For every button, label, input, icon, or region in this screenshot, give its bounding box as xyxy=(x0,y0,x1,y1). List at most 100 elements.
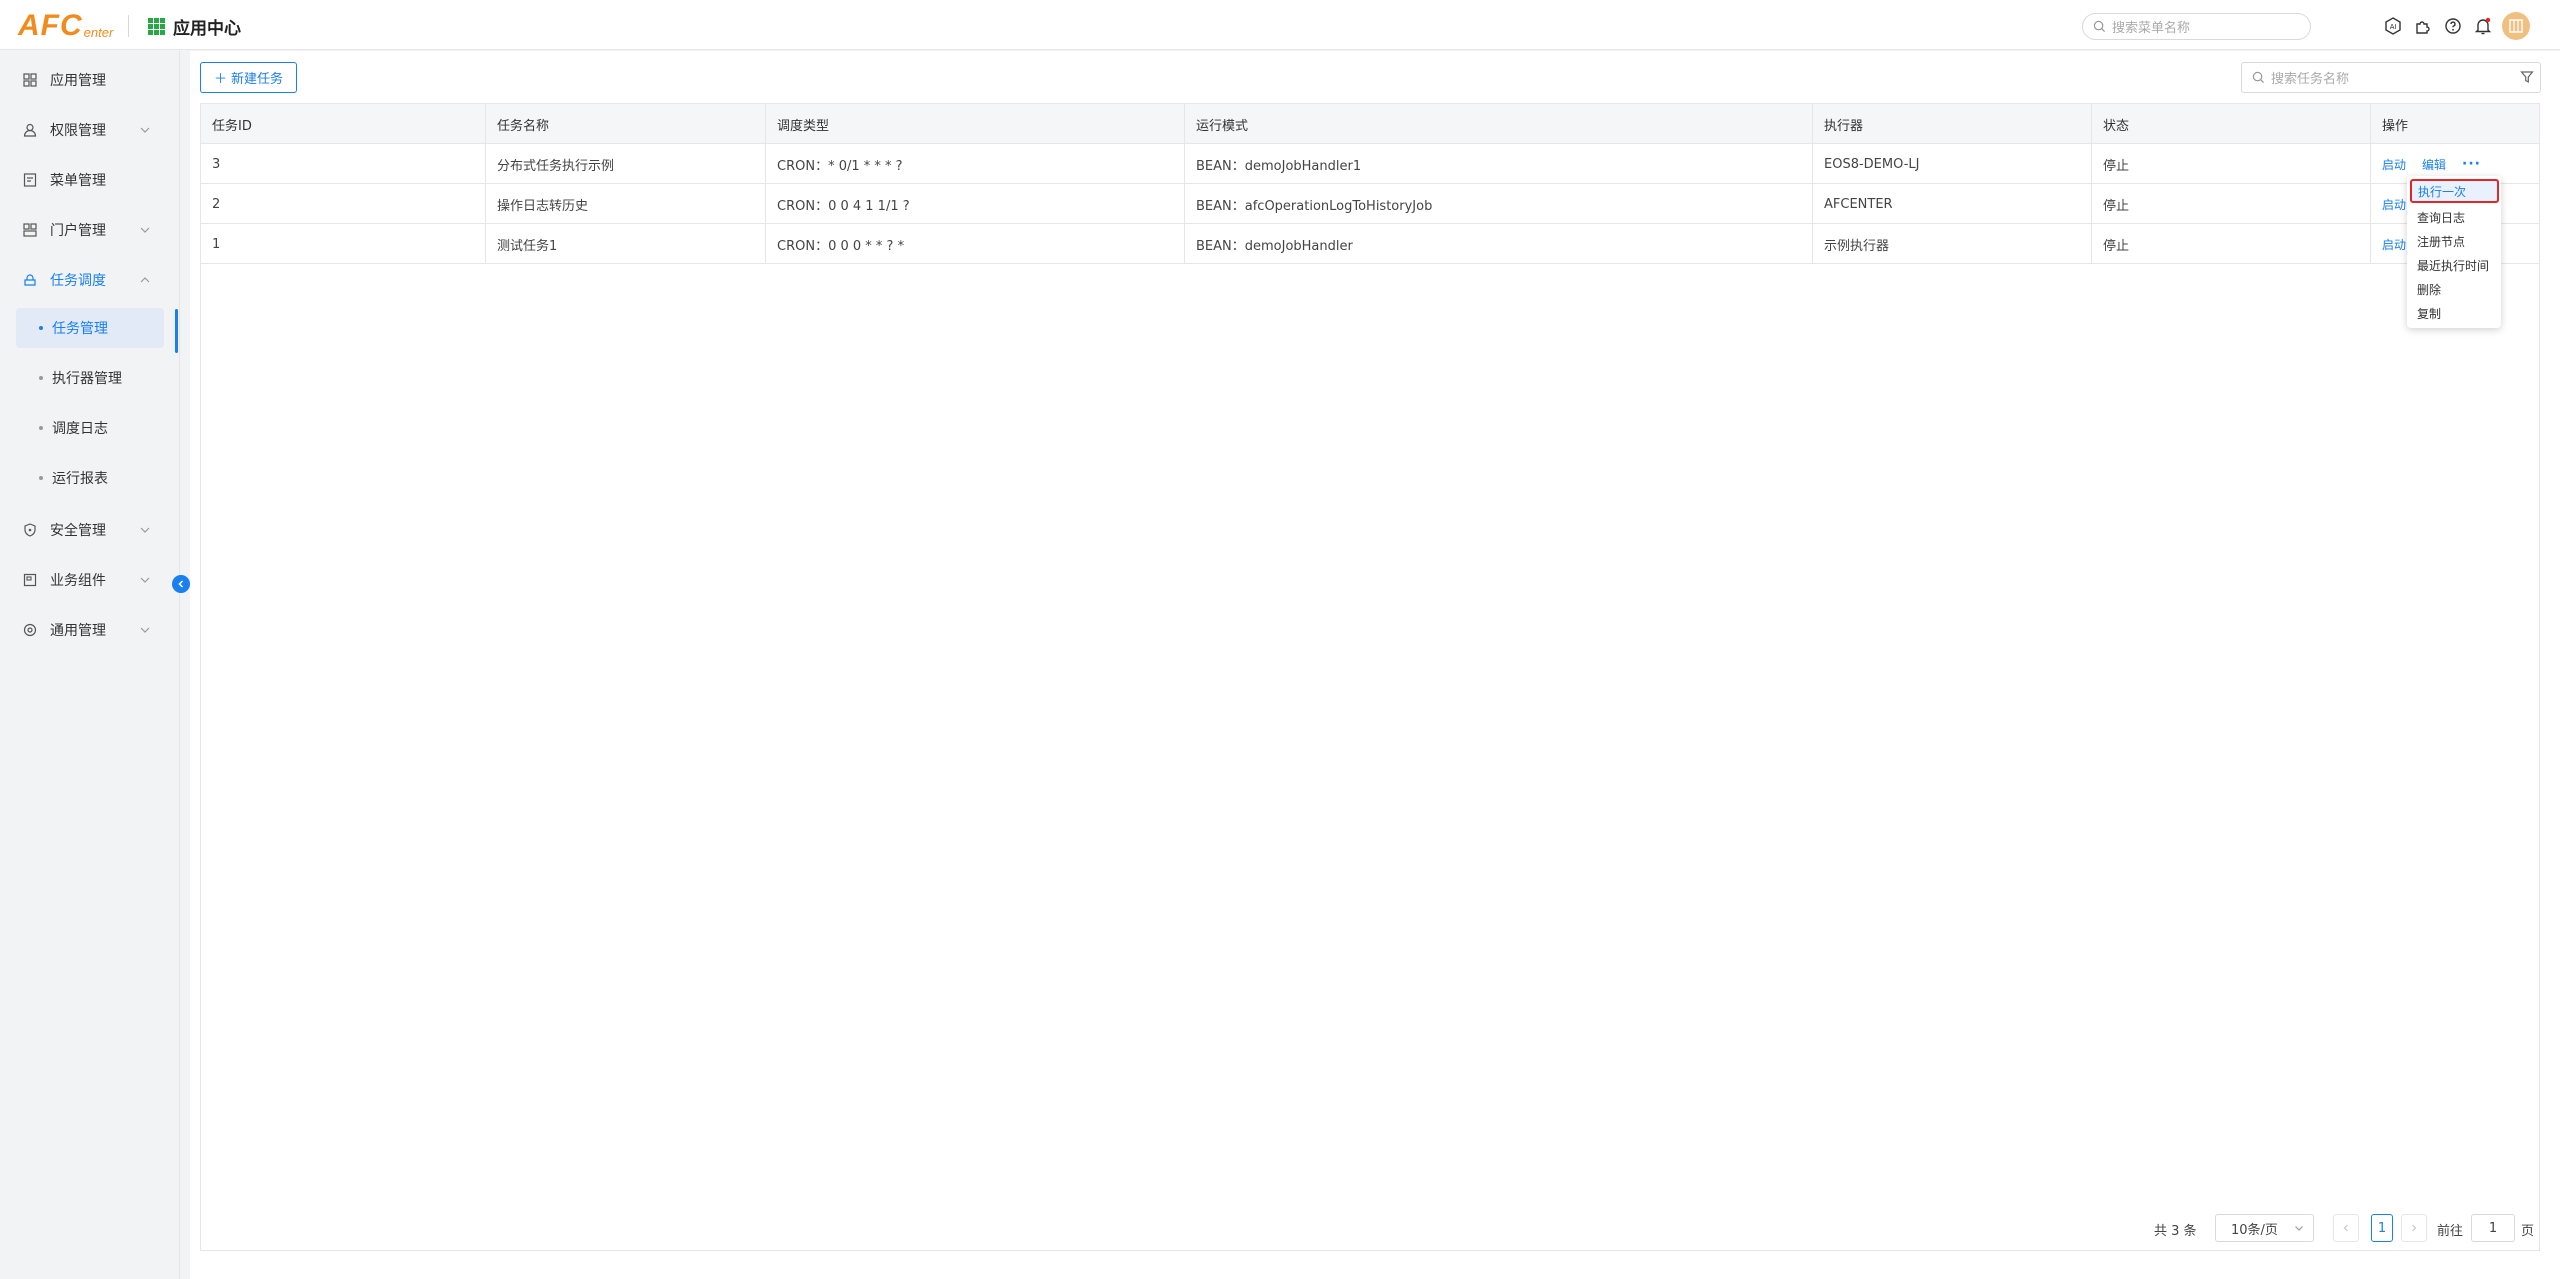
bullet-dot xyxy=(39,426,43,430)
sidebar-item-permission-management[interactable]: 权限管理 xyxy=(0,110,180,150)
sidebar-item-security-management[interactable]: 安全管理 xyxy=(0,510,180,550)
sidebar-item-label: 菜单管理 xyxy=(50,173,106,189)
apps-icon xyxy=(22,72,38,88)
svg-text:AI: AI xyxy=(2390,24,2397,31)
pagination: 共 3 条 10条/页 1 前往 1 页 xyxy=(200,1208,2540,1248)
cell-run-mode: BEAN：demoJobHandler xyxy=(1185,224,1813,264)
main-content: ＋ 新建任务 搜索任务名称 任务ID 任务名称 调度类型 运行模式 执行器 状态… xyxy=(190,51,2560,1279)
table-header: 任务ID 任务名称 调度类型 运行模式 执行器 状态 操作 xyxy=(201,104,2539,144)
sidebar-collapse-button[interactable] xyxy=(172,575,190,593)
notification-bell-icon[interactable] xyxy=(2472,15,2494,37)
column-header-schedule-type: 调度类型 xyxy=(766,104,1185,144)
cell-task-name: 测试任务1 xyxy=(486,224,766,264)
more-actions-dropdown: 执行一次 查询日志 注册节点 最近执行时间 删除 复制 xyxy=(2407,176,2501,328)
sidebar-item-label: 权限管理 xyxy=(50,123,106,139)
chevron-down-icon xyxy=(2295,1226,2303,1231)
app-grid-icon xyxy=(148,17,165,35)
menu-item-query-log[interactable]: 查询日志 xyxy=(2417,206,2465,228)
table-row: 1 测试任务1 CRON：0 0 0 * * ? * BEAN：demoJobH… xyxy=(201,224,2539,264)
task-table: 任务ID 任务名称 调度类型 运行模式 执行器 状态 操作 3 分布式任务执行示… xyxy=(200,103,2540,1251)
cell-run-mode: BEAN：afcOperationLogToHistoryJob xyxy=(1185,184,1813,224)
menu-search-placeholder: 搜索菜单名称 xyxy=(2112,21,2191,36)
start-link[interactable]: 启动 xyxy=(2382,196,2406,213)
start-link[interactable]: 启动 xyxy=(2382,236,2406,253)
cell-run-mode: BEAN：demoJobHandler1 xyxy=(1185,144,1813,184)
edit-link[interactable]: 编辑 xyxy=(2422,156,2446,173)
bullet-dot xyxy=(39,326,43,330)
sidebar-item-portal-management[interactable]: 门户管理 xyxy=(0,210,180,250)
cell-schedule-type: CRON：* 0/1 * * * ? xyxy=(766,144,1185,184)
cell-schedule-type: CRON：0 0 0 * * ? * xyxy=(766,224,1185,264)
sidebar-subitem-label: 调度日志 xyxy=(52,421,108,437)
help-icon[interactable] xyxy=(2442,15,2464,37)
cell-executor: 示例执行器 xyxy=(1813,224,2092,264)
goto-page-input[interactable]: 1 xyxy=(2471,1214,2515,1242)
chevron-right-icon xyxy=(2412,1224,2417,1232)
menu-item-execute-once[interactable]: 执行一次 xyxy=(2410,179,2499,203)
sidebar-item-label: 通用管理 xyxy=(50,623,106,639)
ai-assistant-icon[interactable]: AI xyxy=(2382,15,2404,37)
sidebar-item-app-management[interactable]: 应用管理 xyxy=(0,60,180,100)
user-avatar[interactable] xyxy=(2502,12,2530,40)
sidebar-subitem-label: 运行报表 xyxy=(52,471,108,487)
menu-item-delete[interactable]: 删除 xyxy=(2417,278,2441,300)
sidebar-item-general-management[interactable]: 通用管理 xyxy=(0,610,180,650)
header-divider xyxy=(128,15,129,37)
chevron-down-icon xyxy=(140,127,150,133)
menu-search-input[interactable]: 搜索菜单名称 xyxy=(2082,13,2311,40)
chevron-down-icon xyxy=(140,627,150,633)
column-header-actions: 操作 xyxy=(2382,118,2409,134)
task-search-placeholder: 搜索任务名称 xyxy=(2271,72,2350,87)
cell-status: 停止 xyxy=(2092,144,2371,184)
chevron-down-icon xyxy=(140,527,150,533)
column-header-status: 状态 xyxy=(2092,104,2371,144)
shield-icon xyxy=(22,522,38,538)
sidebar-item-task-scheduling[interactable]: 任务调度 xyxy=(0,260,180,300)
logo-subtext: enter xyxy=(83,25,114,40)
prev-page-button[interactable] xyxy=(2333,1214,2359,1242)
page-size-value: 10条/页 xyxy=(2231,1222,2278,1238)
filter-icon[interactable] xyxy=(2520,70,2534,84)
next-page-button[interactable] xyxy=(2401,1214,2427,1242)
sidebar-subitem-label: 任务管理 xyxy=(52,321,108,337)
chevron-down-icon xyxy=(140,577,150,583)
app-center-switcher[interactable]: 应用中心 xyxy=(148,15,241,39)
cell-status: 停止 xyxy=(2092,224,2371,264)
task-search-input[interactable]: 搜索任务名称 xyxy=(2241,62,2541,93)
plugin-icon[interactable] xyxy=(2412,15,2434,37)
pagination-total: 共 3 条 xyxy=(2154,1224,2197,1239)
sidebar-item-label: 应用管理 xyxy=(50,73,106,89)
sidebar-subitem-executor-management[interactable]: 执行器管理 xyxy=(16,358,164,398)
menu-item-register-node[interactable]: 注册节点 xyxy=(2417,230,2465,252)
goto-label: 前往 xyxy=(2437,1224,2464,1239)
chevron-left-icon xyxy=(178,580,184,588)
page-size-select[interactable]: 10条/页 xyxy=(2215,1214,2314,1242)
column-header-task-id: 任务ID xyxy=(201,104,486,144)
menu-item-recent-exec-time[interactable]: 最近执行时间 xyxy=(2417,254,2489,276)
bullet-dot xyxy=(39,376,43,380)
cell-schedule-type: CRON：0 0 4 1 1/1 ? xyxy=(766,184,1185,224)
sidebar: 应用管理 权限管理 菜单管理 门户管理 任务调度 任务管理 执行器管理 调度日志… xyxy=(0,51,180,1279)
afcenter-logo[interactable]: AFC enter xyxy=(18,9,113,41)
cell-task-name: 分布式任务执行示例 xyxy=(486,144,766,184)
cell-executor: EOS8-DEMO-LJ xyxy=(1813,144,2092,184)
menu-doc-icon xyxy=(22,172,38,188)
sidebar-subitem-label: 执行器管理 xyxy=(52,371,122,387)
sidebar-subitem-run-report[interactable]: 运行报表 xyxy=(16,458,164,498)
page-number-1[interactable]: 1 xyxy=(2371,1214,2393,1242)
sidebar-item-menu-management[interactable]: 菜单管理 xyxy=(0,160,180,200)
sidebar-item-label: 安全管理 xyxy=(50,523,106,539)
start-link[interactable]: 启动 xyxy=(2382,156,2406,173)
sidebar-subitem-schedule-log[interactable]: 调度日志 xyxy=(16,408,164,448)
more-actions-button[interactable]: ··· xyxy=(2462,156,2481,172)
avatar-icon xyxy=(2509,19,2523,33)
sidebar-item-business-components[interactable]: 业务组件 xyxy=(0,560,180,600)
active-indicator xyxy=(175,309,178,353)
menu-item-copy[interactable]: 复制 xyxy=(2417,302,2441,324)
new-task-button[interactable]: ＋ 新建任务 xyxy=(200,62,297,93)
cell-executor: AFCENTER xyxy=(1813,184,2092,224)
sidebar-subitem-task-management[interactable]: 任务管理 xyxy=(16,308,164,348)
top-header: AFC enter 应用中心 搜索菜单名称 AI xyxy=(0,0,2560,50)
sidebar-item-label: 业务组件 xyxy=(50,573,106,589)
chevron-left-icon xyxy=(2343,1224,2348,1232)
